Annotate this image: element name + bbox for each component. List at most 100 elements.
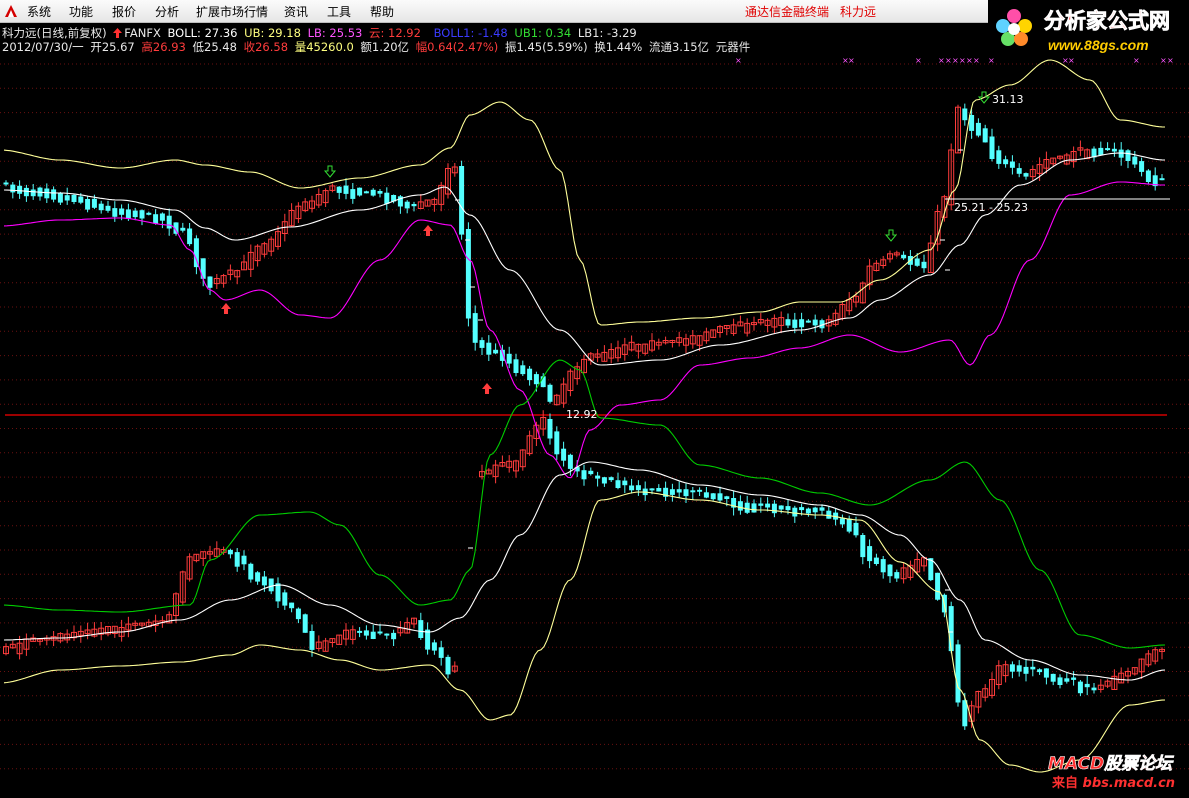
candle-body-down xyxy=(1118,149,1124,158)
candle-body-down xyxy=(91,198,97,208)
candle-body-down xyxy=(23,187,29,197)
candle-body-down xyxy=(438,647,444,658)
boll1-value: BOLL1: -1.48 xyxy=(433,26,508,40)
candle-body-down xyxy=(227,549,233,555)
candle-body-down xyxy=(812,507,818,513)
menu-function[interactable]: 功能 xyxy=(69,3,93,20)
candle-body-down xyxy=(146,212,152,215)
candle-body-down xyxy=(1064,678,1070,682)
candle-body-down xyxy=(1009,664,1015,672)
candle-body-down xyxy=(778,505,784,510)
indicator-name[interactable]: FANFX xyxy=(124,26,161,40)
candle-body-down xyxy=(445,656,451,675)
candle-body-down xyxy=(78,196,84,203)
menu-analysis[interactable]: 分析 xyxy=(155,3,179,20)
candle-body-down xyxy=(472,313,478,343)
menu-news[interactable]: 资讯 xyxy=(284,3,308,20)
candle-body-down xyxy=(289,602,295,609)
candle-body-down xyxy=(1145,170,1151,182)
candle-body-down xyxy=(1023,173,1029,177)
watermark-macd-source: 来自 bbs.macd.cn xyxy=(1052,772,1175,791)
candle-body-down xyxy=(547,384,553,402)
candle-body-down xyxy=(581,470,587,480)
candle-body-down xyxy=(703,492,709,498)
candle-body-down xyxy=(697,489,703,492)
candle-body-down xyxy=(656,488,662,492)
candle-body-down xyxy=(493,349,499,354)
watermark-macd-url: bbs.macd.cn xyxy=(1082,776,1176,791)
candle-body-down xyxy=(669,489,675,495)
candle-body-down xyxy=(785,319,791,326)
watermark-macd-prefix: 来自 xyxy=(1052,776,1079,791)
candle-body-down xyxy=(1016,168,1022,174)
candle-body-down xyxy=(132,210,138,218)
x-marker-icon: × xyxy=(848,56,855,65)
tdx-logo-icon[interactable] xyxy=(4,4,18,18)
candle-body-down xyxy=(1105,148,1111,151)
menu-tools[interactable]: 工具 xyxy=(327,3,351,20)
candle-body-down xyxy=(751,503,757,513)
candle-body-down xyxy=(520,365,526,375)
candle-body-down xyxy=(57,193,63,203)
candle-body-down xyxy=(771,503,777,514)
range-label: 25.21 - 25.23 xyxy=(954,201,1028,214)
candle-body-down xyxy=(1132,156,1138,165)
candle-body-down xyxy=(867,546,873,562)
candle-body-down xyxy=(404,201,410,209)
candle-body-down xyxy=(479,340,485,348)
candle-body-down xyxy=(30,189,36,197)
candle-body-down xyxy=(799,507,805,511)
candle-body-down xyxy=(982,128,988,143)
candle-body-down xyxy=(629,485,635,491)
x-marker-icon: × xyxy=(735,56,742,65)
candle-body-down xyxy=(282,592,288,606)
candle-body-down xyxy=(873,557,879,564)
candle-body-down xyxy=(1016,665,1022,672)
candle-body-down xyxy=(234,552,240,567)
candle-body-down xyxy=(295,608,301,620)
candle-body-down xyxy=(527,368,533,381)
mid-value-label: 12.92 xyxy=(566,408,598,421)
down-arrow-icon xyxy=(884,229,898,242)
watermark-macd-title: MACD股票论坛 xyxy=(1048,754,1173,775)
candle-body-down xyxy=(377,631,383,634)
candle-body-down xyxy=(153,214,159,224)
x-marker-icon: × xyxy=(988,56,995,65)
watermark-88gs-title: 分析家公式网 xyxy=(1044,9,1171,34)
candle-body-down xyxy=(996,150,1002,164)
candle-body-down xyxy=(357,187,363,196)
watermark-88gs-url: www.88gs.com xyxy=(1048,37,1149,53)
x-marker-icon: × xyxy=(959,56,966,65)
boll-value: BOLL: 27.36 xyxy=(167,26,238,40)
candle-body-down xyxy=(193,238,199,268)
candle-body-down xyxy=(1159,178,1165,181)
x-marker-icon: × xyxy=(1133,56,1140,65)
high-price-label: 31.13 xyxy=(992,93,1024,106)
candle-body-down xyxy=(85,199,91,210)
up-arrow-icon xyxy=(482,383,492,394)
candle-body-down xyxy=(112,208,118,217)
candle-body-down xyxy=(792,319,798,328)
candle-body-down xyxy=(561,448,567,461)
menu-help[interactable]: 帮助 xyxy=(370,3,394,20)
candle-body-down xyxy=(309,631,315,650)
candle-body-down xyxy=(363,191,369,194)
menu-extended-market[interactable]: 扩展市场行情 xyxy=(196,3,268,20)
candle-body-down xyxy=(975,122,981,136)
kline-chart[interactable]: × × × × × × × × × × × × × × × × 31.13 25.21 - 25.23 12.… xyxy=(0,52,1189,798)
lb1-value: LB1: -3.29 xyxy=(577,26,637,40)
candle-body-down xyxy=(425,629,431,650)
candle-body-down xyxy=(962,108,968,121)
candle-body-down xyxy=(765,503,771,508)
candle-body-down xyxy=(1043,668,1049,678)
candle-body-down xyxy=(384,192,390,204)
candle-body-down xyxy=(737,501,743,511)
menu-system[interactable]: 系统 xyxy=(27,3,51,20)
candle-body-down xyxy=(805,508,811,514)
candle-body-down xyxy=(418,620,424,638)
menu-quote[interactable]: 报价 xyxy=(112,3,136,20)
candle-body-down xyxy=(839,518,845,525)
candle-body-down xyxy=(683,489,689,497)
candle-body-down xyxy=(935,572,941,600)
candle-body-down xyxy=(1050,673,1056,682)
